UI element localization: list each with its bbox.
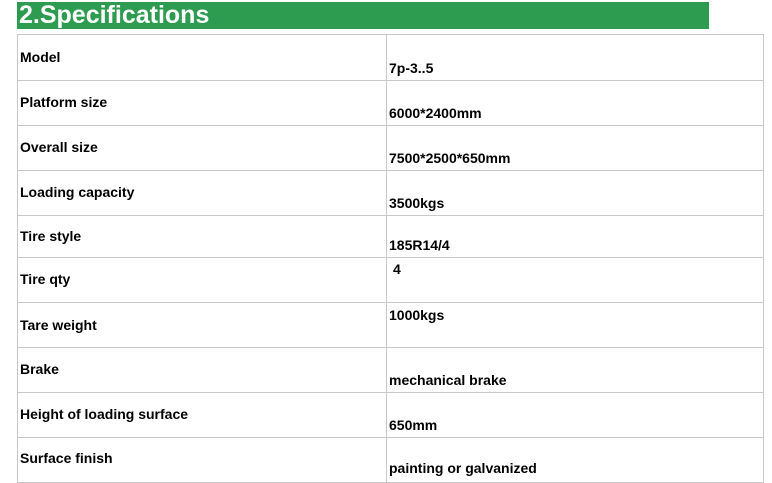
spec-label: Tare weight [20, 317, 97, 333]
spec-label-cell: Tire style [17, 215, 387, 258]
spec-label: Overall size [20, 139, 98, 155]
spec-label-cell: Brake [17, 347, 387, 393]
spec-label-cell: Surface finish [17, 437, 387, 483]
spec-value: 1000kgs [389, 307, 445, 323]
spec-value-cell: mechanical brake [386, 347, 764, 393]
spec-value: 3500kgs [389, 195, 445, 211]
spec-value: 7p-3..5 [389, 60, 434, 76]
table-row: Surface finish painting or galvanized [17, 437, 764, 483]
spec-value-cell: 650mm [386, 392, 764, 438]
spec-label: Height of loading surface [20, 406, 189, 422]
table-row: Tire qty 4 [17, 257, 764, 303]
spec-value: 650mm [389, 417, 438, 433]
spec-value-cell: 1000kgs [386, 302, 764, 348]
spec-value-cell: 3500kgs [386, 170, 764, 216]
spec-value: mechanical brake [389, 372, 507, 388]
table-row: Overall size 7500*2500*650mm [17, 125, 764, 171]
table-row: Platform size 6000*2400mm [17, 80, 764, 126]
spec-label-cell: Height of loading surface [17, 392, 387, 438]
spec-label-cell: Loading capacity [17, 170, 387, 216]
spec-label: Tire qty [20, 271, 71, 287]
spec-value-cell: 7500*2500*650mm [386, 125, 764, 171]
spec-value-cell: 6000*2400mm [386, 80, 764, 126]
spec-label: Model [20, 49, 61, 65]
spec-value: 4 [393, 261, 401, 277]
table-row: Loading capacity 3500kgs [17, 170, 764, 216]
spec-value: 185R14/4 [389, 237, 450, 253]
table-row: Tare weight 1000kgs [17, 302, 764, 348]
spec-value-cell: 4 [386, 257, 764, 303]
spec-label: Brake [20, 361, 59, 377]
spec-label-cell: Tire qty [17, 257, 387, 303]
spec-label-cell: Tare weight [17, 302, 387, 348]
spec-value-cell: painting or galvanized [386, 437, 764, 483]
spec-label-cell: Overall size [17, 125, 387, 171]
spec-value-cell: 7p-3..5 [386, 34, 764, 81]
specifications-table: Model 7p-3..5 Platform size 6000*2400mm … [17, 34, 764, 483]
table-row: Height of loading surface 650mm [17, 392, 764, 438]
spec-label: Tire style [20, 228, 82, 244]
section-title: 2.Specifications [19, 1, 210, 29]
spec-label-cell: Platform size [17, 80, 387, 126]
table-row: Tire style 185R14/4 [17, 215, 764, 258]
spec-label-cell: Model [17, 34, 387, 81]
spec-value: painting or galvanized [389, 460, 537, 476]
section-banner: 2.Specifications [17, 1, 709, 29]
table-row: Brake mechanical brake [17, 347, 764, 393]
spec-value: 7500*2500*650mm [389, 150, 511, 166]
spec-label: Loading capacity [20, 184, 135, 200]
spec-value: 6000*2400mm [389, 105, 482, 121]
spec-value-cell: 185R14/4 [386, 215, 764, 258]
spec-label: Platform size [20, 94, 108, 110]
spec-label: Surface finish [20, 450, 113, 466]
table-row: Model 7p-3..5 [17, 34, 764, 81]
